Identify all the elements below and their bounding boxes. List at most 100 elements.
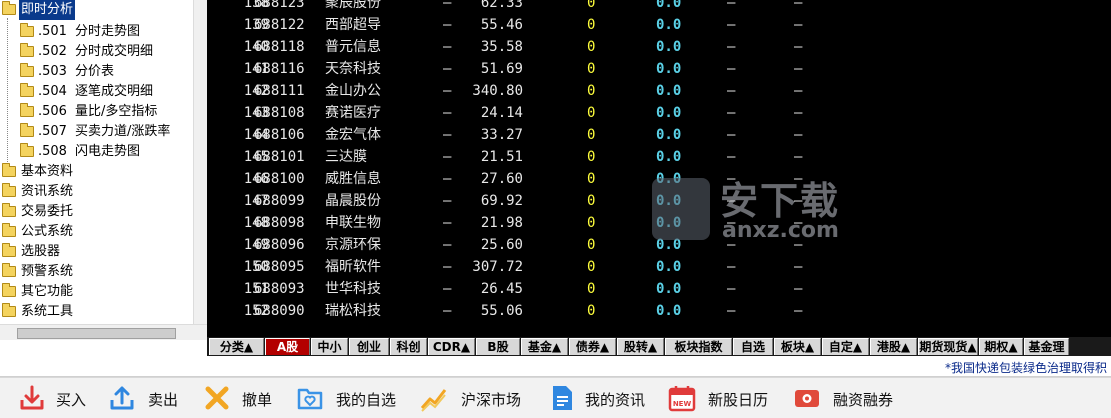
- percent-cell: 0.0: [656, 61, 682, 77]
- sell-label: 卖出: [148, 391, 179, 409]
- buy-cell: —: [727, 39, 736, 55]
- market-tab[interactable]: 分类▲: [209, 338, 264, 355]
- stock-name: 京源环保: [325, 237, 381, 253]
- market-tab[interactable]: 基金▲: [521, 338, 568, 355]
- change-cell: —: [443, 149, 452, 165]
- tree-node-label: 交易委托: [21, 204, 74, 219]
- sell-cell: —: [794, 303, 803, 319]
- ipo-calendar-label: 新股日历: [708, 391, 769, 409]
- market-tab[interactable]: 债券▲: [569, 338, 616, 355]
- volume-cell: 0: [587, 105, 596, 121]
- news-ticker-text[interactable]: *我国快递包装绿色治理取得积: [945, 359, 1107, 376]
- market-chart-icon: [420, 389, 447, 412]
- quote-row[interactable]: 141 688116 天奈科技 —51.69 0 0.0— —: [207, 58, 1111, 80]
- market-tab[interactable]: 期权▲: [979, 338, 1023, 355]
- sell-cell: —: [794, 83, 803, 99]
- tree-horizontal-scrollbar[interactable]: [0, 324, 207, 340]
- sell-cell: —: [794, 61, 803, 77]
- quote-row[interactable]: 147 688099 晶晨股份 —69.92 0 0.0— —: [207, 190, 1111, 212]
- volume-cell: 0: [587, 0, 596, 11]
- quote-row[interactable]: 143 688108 赛诺医疗 —24.14 0 0.0— —: [207, 102, 1111, 124]
- percent-cell: 0.0: [656, 281, 682, 297]
- market-tab[interactable]: B股: [476, 338, 520, 355]
- tree-node-label: 公式系统: [21, 224, 74, 239]
- market-tab[interactable]: 基金理: [1024, 338, 1069, 355]
- volume-cell: 0: [587, 127, 596, 143]
- quote-row[interactable]: 145 688101 三达膜 —21.51 0 0.0— —: [207, 146, 1111, 168]
- tree-node-label: 分价表: [75, 64, 115, 79]
- market-tab[interactable]: 科创: [390, 338, 427, 355]
- svg-text:NEW: NEW: [673, 400, 692, 408]
- buy-cell: —: [727, 259, 736, 275]
- tree-node-label: 基本资料: [21, 164, 74, 179]
- sell-cell: —: [794, 215, 803, 231]
- percent-cell: 0.0: [656, 303, 682, 319]
- stock-code: 688095: [254, 259, 305, 275]
- quote-row[interactable]: 151 688093 世华科技 —26.45 0 0.0— —: [207, 278, 1111, 300]
- market-tab[interactable]: 创业: [349, 338, 389, 355]
- tree-scroll-thumb[interactable]: [17, 328, 176, 339]
- folder-icon: [20, 83, 34, 97]
- tree-node-label: 分时走势图: [75, 24, 141, 39]
- price-cell: 35.58: [480, 39, 523, 55]
- stock-name: 福昕软件: [325, 259, 381, 275]
- change-cell: —: [443, 303, 452, 319]
- stock-name: 西部超导: [325, 17, 381, 33]
- stock-name: 金宏气体: [325, 127, 381, 143]
- market-tab[interactable]: 自选: [733, 338, 773, 355]
- quote-row[interactable]: 140 688118 普元信息 —35.58 0 0.0— —: [207, 36, 1111, 58]
- market-tab[interactable]: 板块指数: [665, 338, 732, 355]
- buy-icon: [20, 385, 44, 410]
- change-cell: —: [443, 281, 452, 297]
- quote-row[interactable]: 138 688123 聚辰股份 —62.33 0 0.0— —: [207, 0, 1111, 14]
- market-tab[interactable]: 股转▲: [617, 338, 664, 355]
- market-tab[interactable]: 中小: [311, 338, 348, 355]
- quote-row[interactable]: 149 688096 京源环保 —25.60 0 0.0— —: [207, 234, 1111, 256]
- buy-cell: —: [727, 61, 736, 77]
- market-tab[interactable]: CDR▲: [428, 338, 475, 355]
- stock-code: 688099: [254, 193, 305, 209]
- price-cell: 69.92: [480, 193, 523, 209]
- market-tab[interactable]: A股: [265, 338, 310, 355]
- stock-name: 申联生物: [325, 215, 381, 231]
- market-tab[interactable]: 港股▲: [870, 338, 917, 355]
- tree-node-code: .502: [38, 44, 67, 59]
- market-tab[interactable]: 自定▲: [822, 338, 869, 355]
- price-cell: 62.33: [480, 0, 523, 11]
- folder-icon: [2, 223, 16, 237]
- stock-code: 688093: [254, 281, 305, 297]
- buy-label: 买入: [56, 391, 87, 409]
- quote-row[interactable]: 148 688098 申联生物 —21.98 0 0.0— —: [207, 212, 1111, 234]
- percent-cell: 0.0: [656, 127, 682, 143]
- tree-node-label: 预警系统: [21, 264, 74, 279]
- quote-row[interactable]: 150 688095 福昕软件 —307.72 0 0.0— —: [207, 256, 1111, 278]
- folder-icon: [20, 143, 34, 157]
- price-cell: 340.80: [472, 83, 523, 99]
- folder-icon: [20, 63, 34, 77]
- change-cell: —: [443, 127, 452, 143]
- change-cell: —: [443, 39, 452, 55]
- market-tab[interactable]: 期货现货▲: [918, 338, 978, 355]
- stock-name: 赛诺医疗: [325, 105, 381, 121]
- quote-row[interactable]: 139 688122 西部超导 —55.46 0 0.0— —: [207, 14, 1111, 36]
- market-tab[interactable]: 板块▲: [774, 338, 821, 355]
- sell-cell: —: [794, 259, 803, 275]
- tree-node-code: .501: [38, 24, 67, 39]
- tree-node-code: .504: [38, 84, 67, 99]
- tree-vertical-scrollbar[interactable]: [193, 0, 207, 324]
- tree-node-label: 闪电走势图: [75, 144, 141, 159]
- tree-node-label: 系统工具: [21, 304, 74, 319]
- quote-row[interactable]: 142 688111 金山办公 —340.80 0 0.0— —: [207, 80, 1111, 102]
- tree-node-label: 资讯系统: [21, 184, 74, 199]
- quote-table: 138 688123 聚辰股份 —62.33 0 0.0— —139 688122 西部超导 —5…: [207, 0, 1111, 337]
- price-cell: 55.06: [480, 303, 523, 319]
- quote-row[interactable]: 152 688090 瑞松科技 —55.06 0 0.0— —: [207, 300, 1111, 322]
- stock-code: 688101: [254, 149, 305, 165]
- stock-name: 威胜信息: [325, 171, 381, 187]
- sell-cell: —: [794, 171, 803, 187]
- price-cell: 307.72: [472, 259, 523, 275]
- quote-row[interactable]: 146 688100 威胜信息 —27.60 0 0.0— —: [207, 168, 1111, 190]
- quote-row[interactable]: 144 688106 金宏气体 —33.27 0 0.0— —: [207, 124, 1111, 146]
- stock-code: 688118: [254, 39, 305, 55]
- tree-node-label: 分时成交明细: [75, 44, 154, 59]
